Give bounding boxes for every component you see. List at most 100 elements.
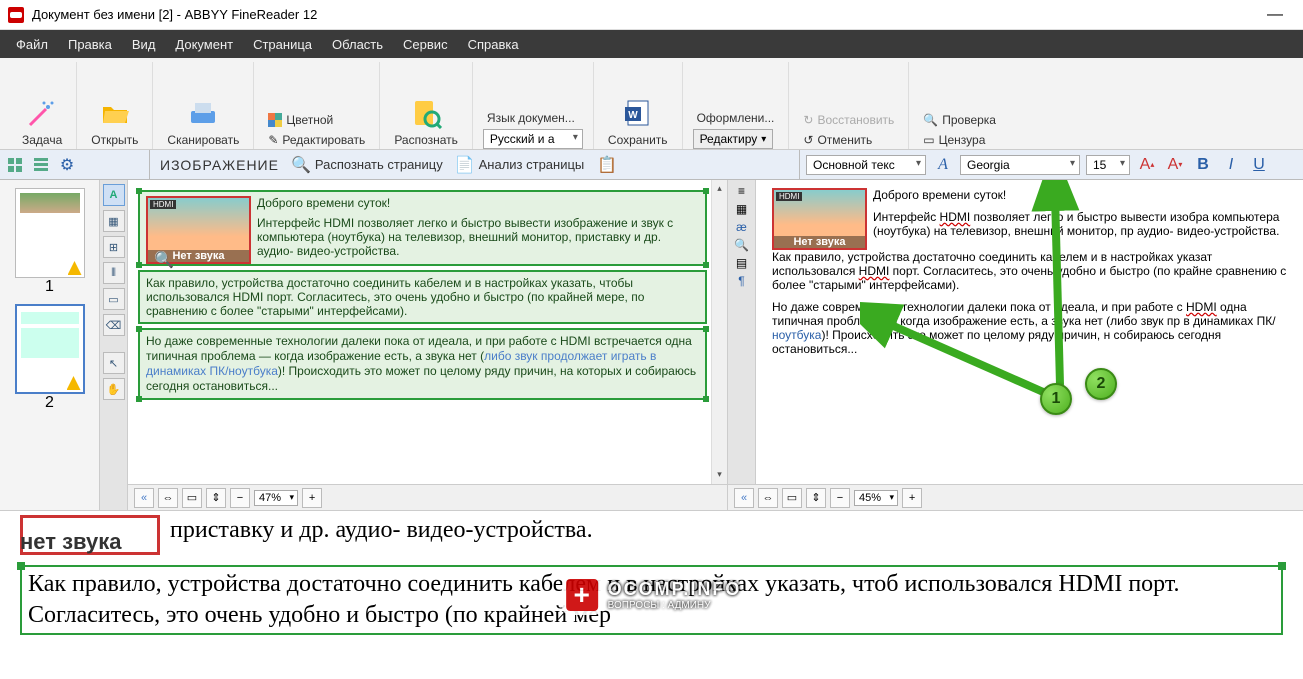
barcode-area-tool[interactable]: ⦀ [103,262,125,284]
zoom-out-button[interactable]: − [830,488,850,508]
menu-file[interactable]: Файл [6,35,58,54]
zoom-preview-pane: нет звука приставку и др. аудио- видео-у… [0,510,1303,679]
color-mode-button[interactable]: Цветной [264,111,369,129]
zoom-in-button[interactable]: + [902,488,922,508]
eraser-tool[interactable]: ⌫ [103,314,125,336]
layout-label: Оформлени... [693,109,779,127]
word-icon: W [622,97,654,129]
menu-view[interactable]: Вид [122,35,166,54]
sub-toolbar: ⚙ ИЗОБРАЖЕНИЕ 🔍 Распознать страницу 📄 Ан… [0,150,1303,180]
picture-view-button[interactable]: ▦ [736,202,747,216]
hand-tool[interactable]: ✋ [103,378,125,400]
font-dropdown[interactable]: Georgia [960,155,1080,175]
fit-height-button[interactable]: ⇕ [806,488,826,508]
recognize-icon [410,97,442,129]
zoom-dropdown[interactable]: 45% [854,490,898,506]
image-scrollbar[interactable]: ▴ ▾ [711,180,727,510]
task-button[interactable]: Задача [18,95,66,149]
warning-icon [68,261,82,275]
style-dropdown[interactable]: Основной текс [806,155,926,175]
thumbnail-page-1[interactable] [15,188,85,278]
text-view-button[interactable]: ≡ [738,184,745,198]
fit-page-button[interactable]: ▭ [182,488,202,508]
open-button[interactable]: Открыть [87,95,142,149]
pilcrow-button[interactable]: ¶ [738,274,744,288]
hdmi-image-text: HDMI Нет звука [772,188,867,250]
scanner-icon [187,97,219,129]
scan-label: Сканировать [167,133,239,147]
minimize-button[interactable]: — [1255,5,1295,25]
folder-open-icon [99,97,131,129]
text-region-1[interactable]: HDMI Нет звука Доброго времени суток! Ин… [138,190,707,266]
menu-bar: Файл Правка Вид Документ Страница Област… [0,30,1303,58]
ribbon: Задача Открыть Сканировать Цветной ✎Реда… [0,58,1303,150]
restore-button[interactable]: ↻Восстановить [799,111,898,129]
menu-help[interactable]: Справка [458,35,529,54]
text-zoom-bar: « ⇔ ▭ ⇕ − 45% + [728,484,1303,510]
censor-button[interactable]: ▭Цензура [919,131,989,149]
doclang-label: Язык докумен... [483,109,579,127]
table-area-tool[interactable]: ⊞ [103,236,125,258]
underline-button[interactable]: U [1248,154,1270,176]
page-options-button[interactable]: 📋 [596,154,618,176]
thumbnail-page-2[interactable] [15,304,85,394]
pointer-tool[interactable]: ↖ [103,352,125,374]
collapse-arrow-icon[interactable]: « [734,488,754,508]
font-format-icon[interactable]: A [932,154,954,176]
menu-document[interactable]: Документ [165,35,243,54]
save-button[interactable]: W Сохранить [604,95,672,149]
edit-image-button[interactable]: ✎Редактировать [264,131,369,149]
italic-button[interactable]: I [1220,154,1242,176]
view-settings-button[interactable]: ⚙ [56,154,78,176]
font-shrink-button[interactable]: A▾ [1164,154,1186,176]
scan-button[interactable]: Сканировать [163,95,243,149]
highlight-button[interactable]: ▤ [736,256,747,270]
task-label: Задача [22,133,62,147]
warning-icon [67,376,81,390]
font-size-dropdown[interactable]: 15 [1086,155,1130,175]
callout-1: 1 [1040,383,1072,415]
app-icon [8,7,24,23]
bold-button[interactable]: B [1192,154,1214,176]
text-area-tool[interactable]: A [103,184,125,206]
layout-dropdown[interactable]: Редактиру▾ [693,129,774,149]
fit-page-button[interactable]: ▭ [782,488,802,508]
picture-area-tool[interactable]: ▦ [103,210,125,232]
zoom-in-button[interactable]: + [302,488,322,508]
fit-width-button[interactable]: ⇔ [158,488,178,508]
menu-area[interactable]: Область [322,35,393,54]
select-area-tool[interactable]: ▭ [103,288,125,310]
image-zoom-bar: « ⇔ ▭ ⇕ − 47% + [128,484,727,510]
watermark: + OCOMP.INFO ВОПРОСЫ : АДМИНУ [562,575,742,615]
hdmi-image-large: нет звука [20,515,160,555]
analyze-page-button[interactable]: 📄 Анализ страницы [455,155,585,175]
recognize-page-button[interactable]: 🔍 Распознать страницу [291,155,443,175]
recognize-button[interactable]: Распознать [390,95,462,149]
fit-width-button[interactable]: ⇔ [758,488,778,508]
check-button[interactable]: 🔍Проверка [919,111,1000,129]
zoom-dropdown[interactable]: 47% [254,490,298,506]
view-thumbnails-button[interactable] [4,154,26,176]
view-list-button[interactable] [30,154,52,176]
redo-icon: ↻ [803,113,813,127]
plus-icon: + [562,575,602,615]
recognize-page-icon: 🔍 [291,155,311,175]
fit-height-button[interactable]: ⇕ [206,488,226,508]
undo-button[interactable]: ↺Отменить [799,131,876,149]
annotation-arrows [860,180,1110,410]
edit-image-label: Редактировать [282,133,365,147]
font-grow-button[interactable]: A▴ [1136,154,1158,176]
doclang-dropdown[interactable]: Русский и а [483,129,583,149]
find-button[interactable]: 🔍 [734,238,749,252]
zoom-out-button[interactable]: − [230,488,250,508]
text-tools-toolbar: ≡ ▦ æ 🔍 ▤ ¶ [728,180,756,510]
chars-button[interactable]: æ [736,220,747,234]
menu-page[interactable]: Страница [243,35,322,54]
svg-text:W: W [628,110,638,121]
text-region-2[interactable]: Как правило, устройства достаточно соеди… [138,270,707,324]
menu-service[interactable]: Сервис [393,35,458,54]
text-region-3[interactable]: Но даже современные технологии далеки по… [138,328,707,400]
collapse-arrow-icon[interactable]: « [134,488,154,508]
menu-edit[interactable]: Правка [58,35,122,54]
image-pane[interactable]: HDMI Нет звука Доброго времени суток! Ин… [128,180,728,510]
